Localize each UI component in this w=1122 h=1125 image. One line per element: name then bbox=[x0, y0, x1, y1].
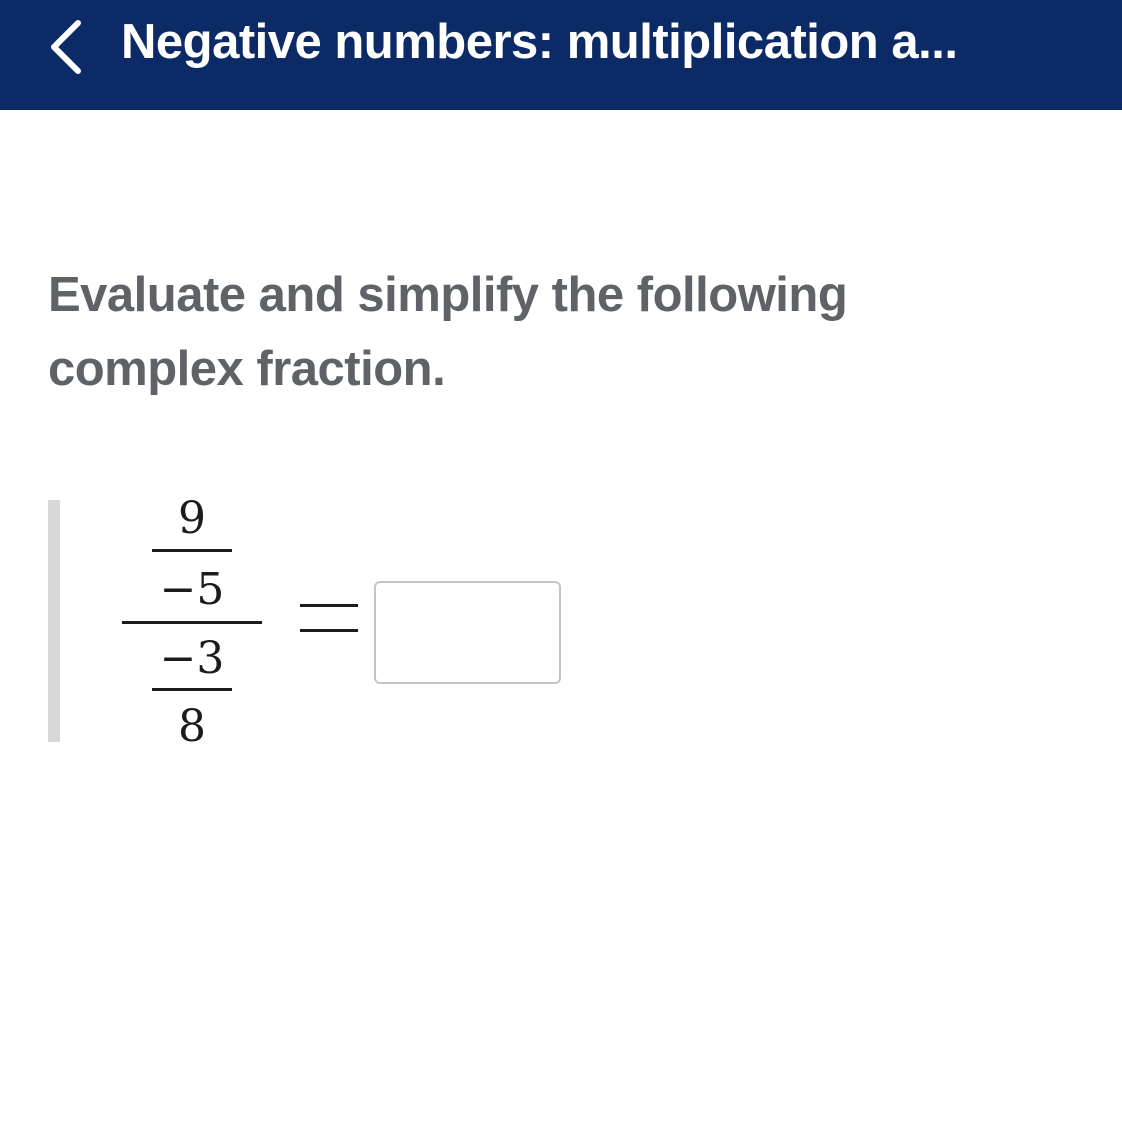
top-denominator: −5 bbox=[159, 564, 225, 615]
chevron-left-icon bbox=[51, 20, 81, 74]
question-instruction: Evaluate and simplify the following comp… bbox=[48, 268, 848, 396]
equals-sign bbox=[300, 604, 358, 632]
equals-line-top bbox=[300, 604, 358, 607]
top-bar: Negative numbers: multiplication a... bbox=[0, 0, 1122, 110]
page-title: Negative numbers: multiplication a... bbox=[121, 15, 958, 69]
bottom-fraction-bar bbox=[152, 688, 232, 691]
bottom-denominator: 8 bbox=[178, 701, 206, 752]
equals-line-bottom bbox=[300, 629, 358, 632]
top-fraction-bar bbox=[152, 549, 232, 552]
bottom-numerator: −3 bbox=[159, 633, 225, 684]
main-fraction-bar bbox=[122, 621, 262, 624]
answer-input[interactable] bbox=[374, 581, 561, 684]
problem-indicator-bar bbox=[48, 500, 60, 742]
back-button[interactable] bbox=[40, 14, 100, 80]
top-numerator: 9 bbox=[178, 493, 206, 544]
